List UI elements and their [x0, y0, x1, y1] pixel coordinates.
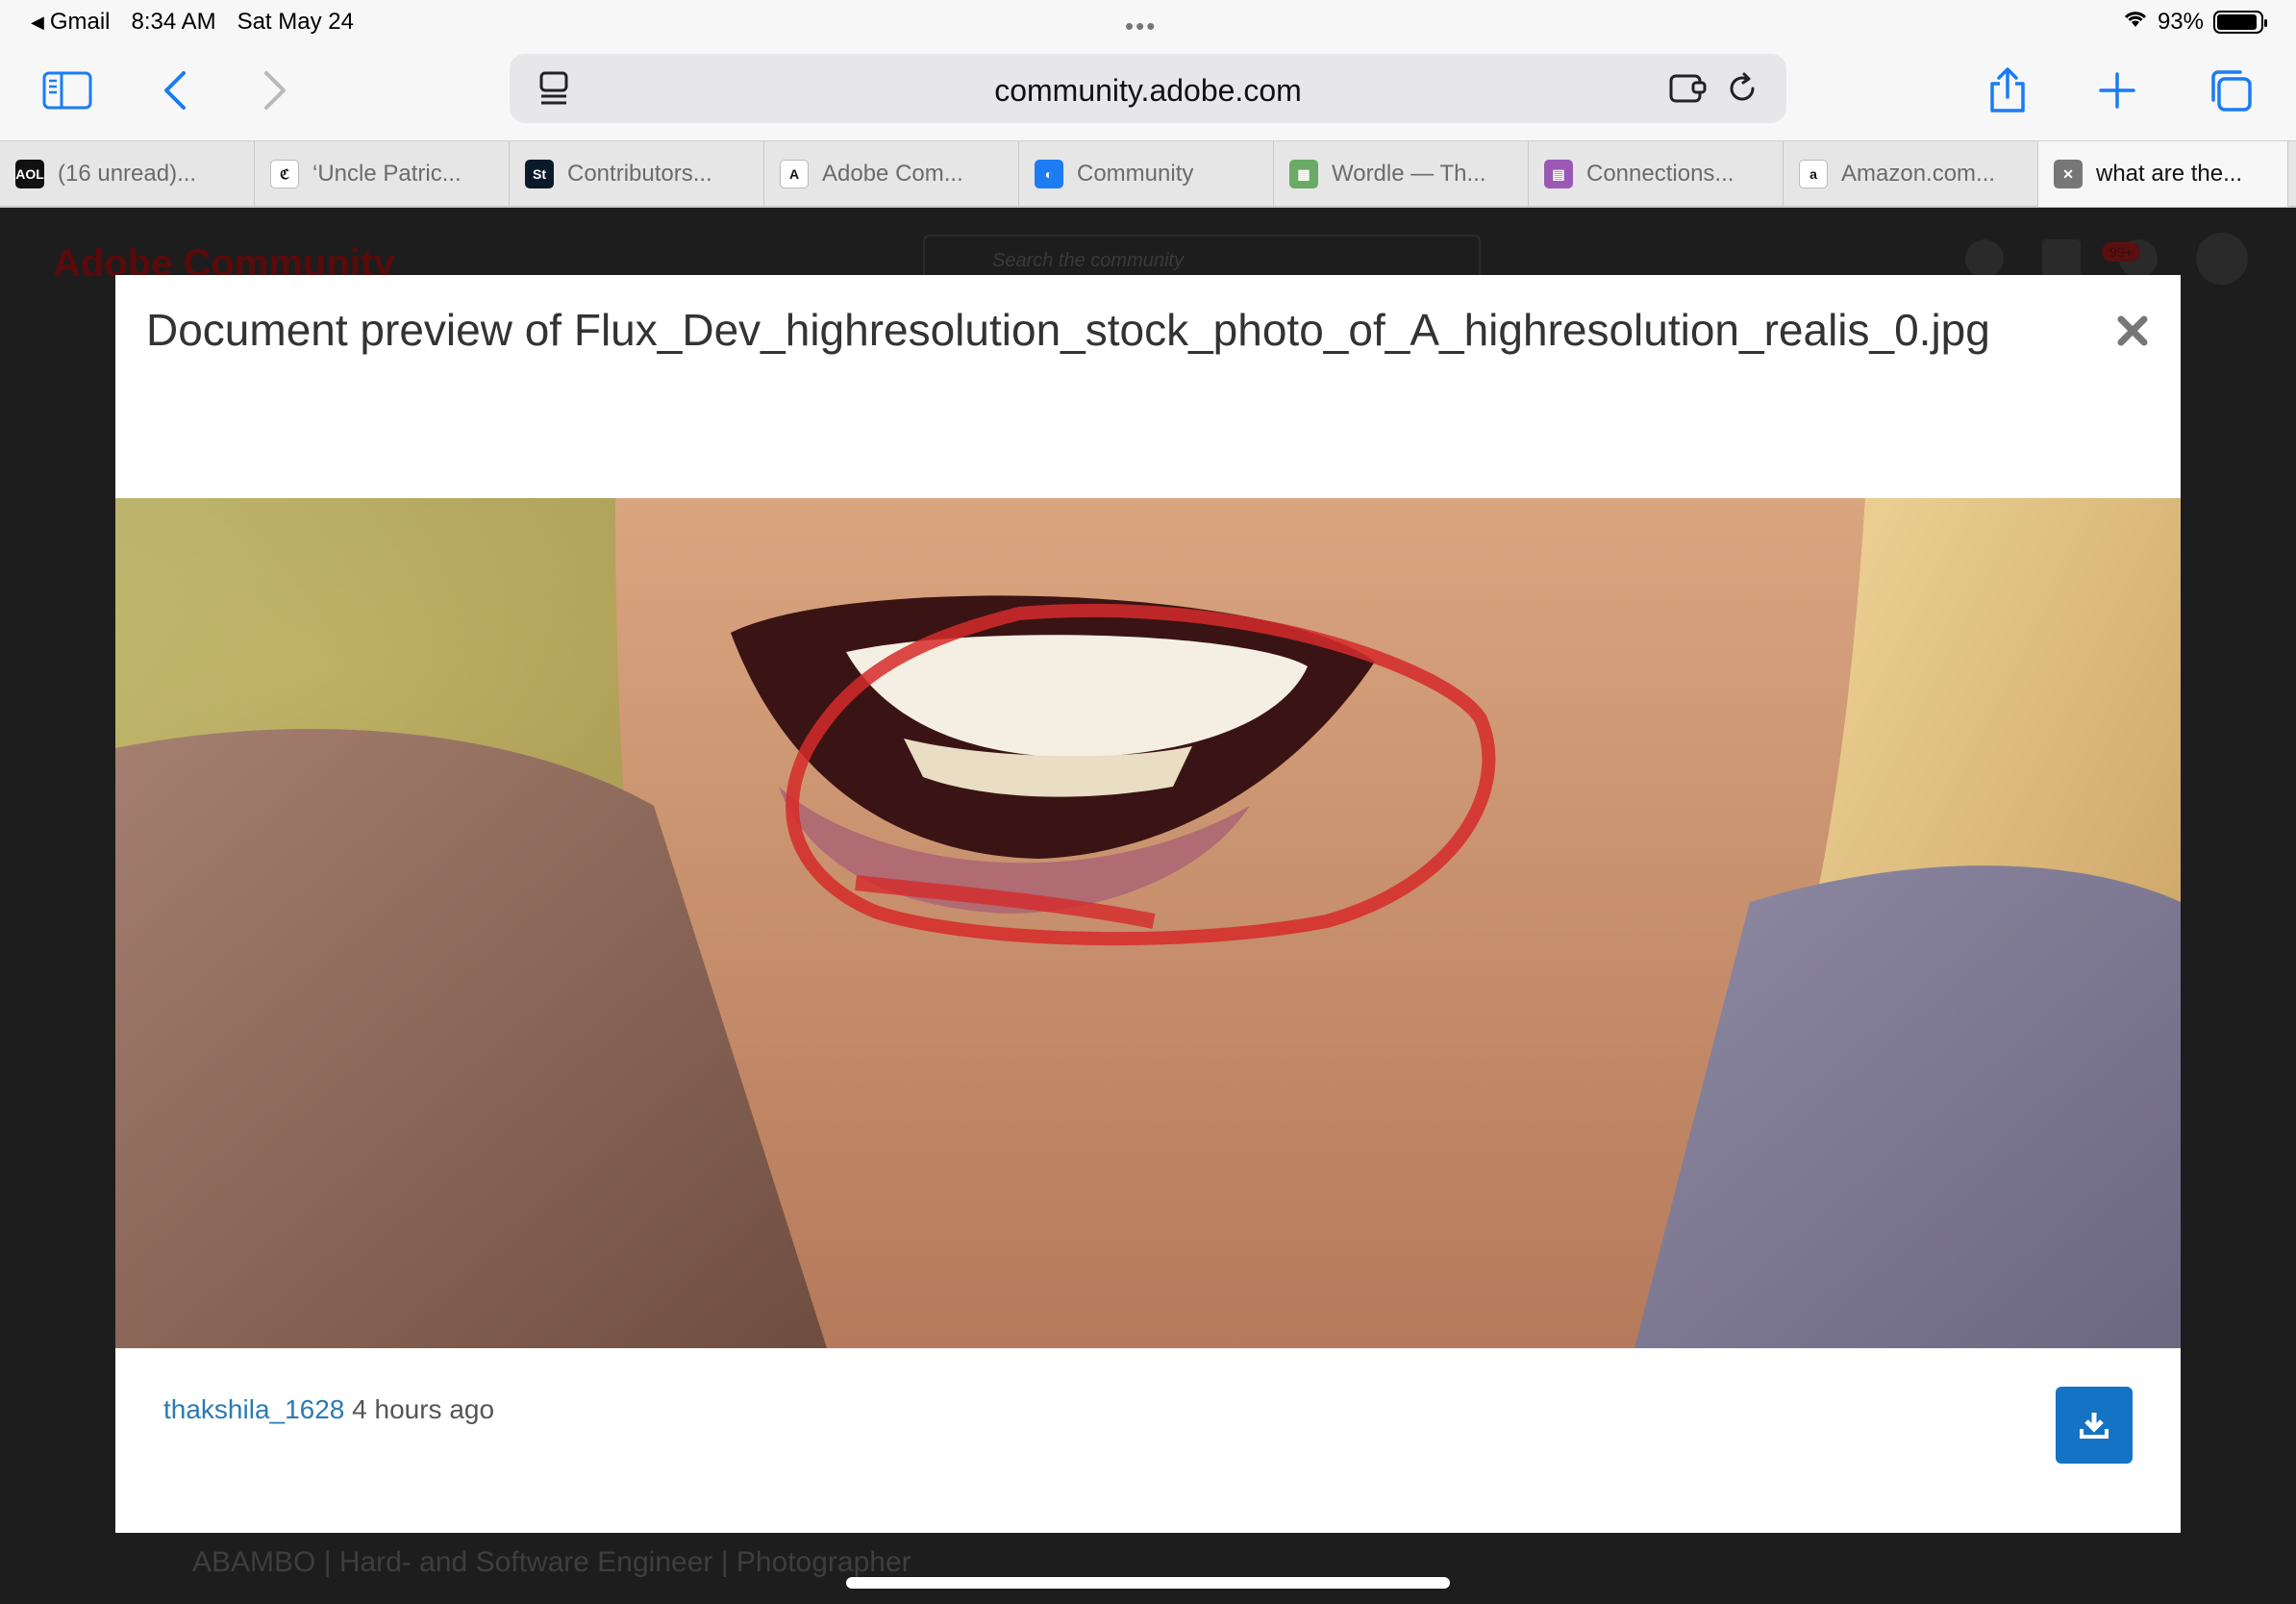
tab-label: Contributors... — [567, 161, 712, 187]
tabs-icon[interactable] — [2202, 62, 2259, 119]
back-triangle-icon: ◀ — [31, 12, 44, 32]
extension-icon[interactable] — [1667, 67, 1710, 110]
tab-label: Connections... — [1586, 161, 1734, 187]
tab-label: Amazon.com... — [1841, 161, 1996, 187]
tab-bar: AOL (16 unread)... ℭ ‘Uncle Patric... St Cont… — [0, 140, 2296, 208]
tab-2[interactable]: ℭ ‘Uncle Patric... — [255, 141, 510, 207]
author-link[interactable]: thakshila_1628 — [163, 1394, 344, 1424]
back-to-app-link[interactable]: ◀ Gmail — [31, 9, 111, 36]
tab-8[interactable]: a Amazon.com... — [1784, 141, 2038, 207]
battery-icon — [2213, 11, 2267, 34]
notification-badge: 99+ — [2102, 242, 2140, 262]
download-icon — [2080, 1413, 2109, 1439]
tab-5[interactable]: ◐ Community — [1019, 141, 1274, 207]
tab-favicon-icon: ℭ — [270, 160, 299, 188]
tab-label: what are the... — [2096, 161, 2243, 187]
upload-time: 4 hours ago — [352, 1394, 495, 1424]
multitasking-dots-icon[interactable]: ••• — [1125, 12, 1157, 41]
home-indicator[interactable] — [846, 1577, 1450, 1589]
browser-toolbar: community.adobe.com — [0, 44, 2296, 140]
preview-image — [115, 498, 2181, 1348]
status-bar: ◀ Gmail 8:34 AM Sat May 24 ••• 93% — [0, 0, 2296, 44]
tab-label: Wordle — Th... — [1332, 161, 1486, 187]
tab-4[interactable]: A Adobe Com... — [764, 141, 1019, 207]
tab-7[interactable]: ▤ Connections... — [1529, 141, 1784, 207]
tab-favicon-icon: ▤ — [1544, 160, 1573, 188]
url-text: community.adobe.com — [994, 73, 1302, 108]
modal-title: Document preview of Flux_Dev_highresolut… — [146, 305, 1990, 355]
download-button[interactable] — [2056, 1387, 2133, 1464]
tab-label: ‘Uncle Patric... — [312, 161, 462, 187]
status-time: 8:34 AM — [131, 9, 216, 35]
tab-favicon-icon: a — [1799, 160, 1828, 188]
avatar — [2196, 233, 2248, 285]
tab-favicon-icon: AOL — [15, 160, 44, 188]
background-signature-text: ABAMBO | Hard- and Software Engineer | P… — [192, 1546, 911, 1578]
mail-icon — [2042, 239, 2081, 278]
reload-icon[interactable] — [1721, 67, 1763, 110]
close-icon[interactable] — [2111, 310, 2154, 352]
tab-favicon-icon: ◐ — [1035, 160, 1063, 188]
address-bar[interactable]: community.adobe.com — [510, 54, 1786, 123]
tab-label: Community — [1077, 161, 1194, 187]
sidebar-icon[interactable] — [38, 62, 96, 119]
tab-6[interactable]: ▦ Wordle — Th... — [1274, 141, 1529, 207]
battery-percent: 93% — [2157, 9, 2204, 35]
globe-icon — [1965, 239, 2004, 278]
tab-9[interactable]: ✕ what are the... — [2038, 141, 2288, 207]
upload-meta: thakshila_1628 4 hours ago — [163, 1394, 494, 1425]
tab-favicon-icon: ✕ — [2054, 160, 2083, 188]
tab-label: (16 unread)... — [58, 161, 197, 187]
status-date: Sat May 24 — [237, 9, 354, 35]
photo-smile-illustration — [115, 498, 2181, 1348]
tab-favicon-icon: A — [780, 160, 809, 188]
forward-icon[interactable] — [246, 62, 304, 119]
back-icon[interactable] — [146, 62, 204, 119]
document-preview-modal: Document preview of Flux_Dev_highresolut… — [115, 275, 2181, 1533]
tab-3[interactable]: St Contributors... — [510, 141, 764, 207]
tab-1[interactable]: AOL (16 unread)... — [0, 141, 255, 207]
tab-favicon-icon: ▦ — [1289, 160, 1318, 188]
share-icon[interactable] — [1979, 62, 2036, 119]
tab-favicon-icon: St — [525, 160, 554, 188]
wifi-icon — [2123, 9, 2148, 36]
plus-icon[interactable] — [2088, 62, 2146, 119]
tab-label: Adobe Com... — [822, 161, 963, 187]
